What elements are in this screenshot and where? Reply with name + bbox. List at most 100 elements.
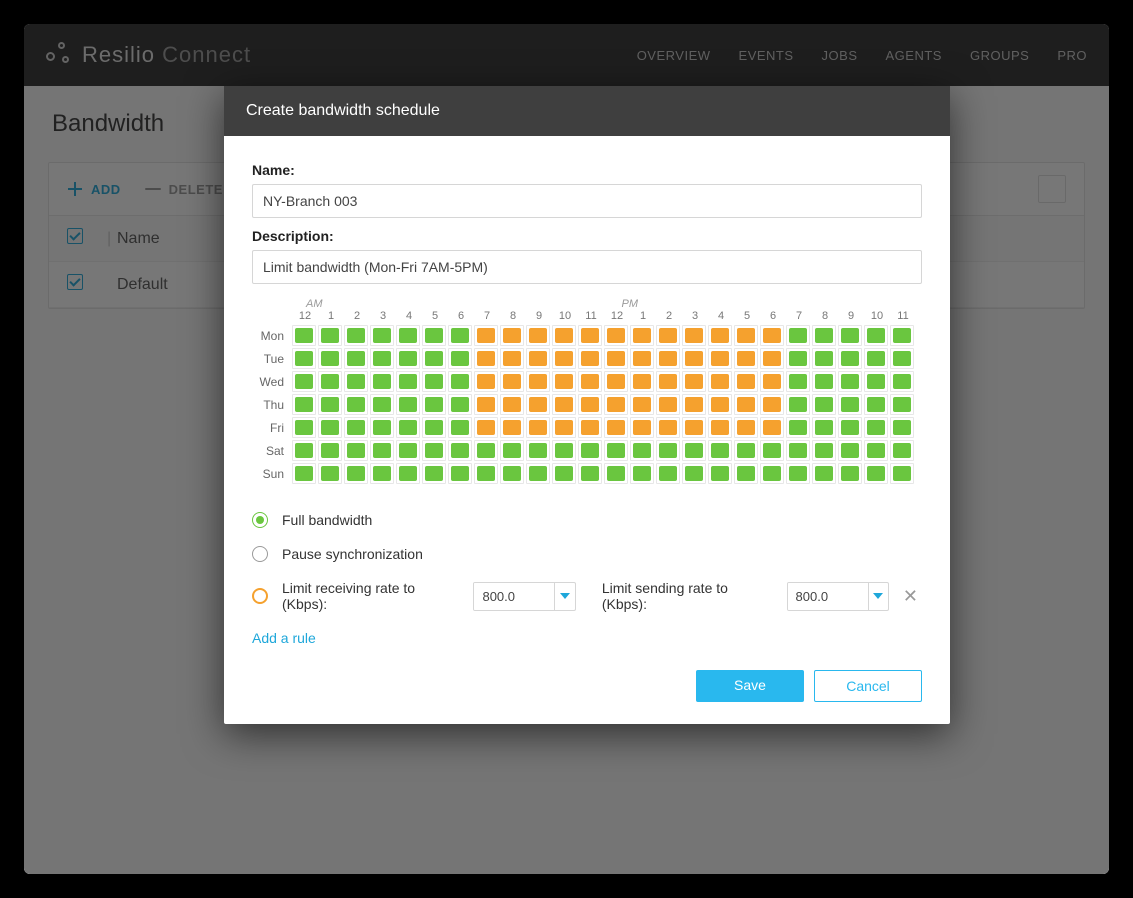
- schedule-slot[interactable]: [864, 463, 888, 484]
- schedule-slot[interactable]: [604, 463, 628, 484]
- schedule-slot[interactable]: [682, 348, 706, 369]
- schedule-slot[interactable]: [604, 325, 628, 346]
- schedule-slot[interactable]: [552, 325, 576, 346]
- schedule-slot[interactable]: [656, 348, 680, 369]
- schedule-slot[interactable]: [318, 417, 342, 438]
- schedule-slot[interactable]: [500, 394, 524, 415]
- schedule-slot[interactable]: [812, 348, 836, 369]
- schedule-slot[interactable]: [318, 463, 342, 484]
- schedule-slot[interactable]: [344, 348, 368, 369]
- schedule-slot[interactable]: [396, 440, 420, 461]
- schedule-slot[interactable]: [838, 394, 862, 415]
- schedule-slot[interactable]: [760, 417, 784, 438]
- schedule-slot[interactable]: [448, 463, 472, 484]
- schedule-slot[interactable]: [474, 348, 498, 369]
- schedule-slot[interactable]: [786, 325, 810, 346]
- schedule-slot[interactable]: [812, 371, 836, 392]
- schedule-slot[interactable]: [604, 348, 628, 369]
- schedule-slot[interactable]: [708, 394, 732, 415]
- schedule-slot[interactable]: [448, 348, 472, 369]
- schedule-slot[interactable]: [422, 394, 446, 415]
- schedule-slot[interactable]: [630, 417, 654, 438]
- schedule-slot[interactable]: [734, 417, 758, 438]
- schedule-slot[interactable]: [760, 394, 784, 415]
- limit-send-field[interactable]: [788, 583, 868, 610]
- schedule-slot[interactable]: [448, 440, 472, 461]
- schedule-slot[interactable]: [292, 348, 316, 369]
- schedule-slot[interactable]: [370, 325, 394, 346]
- schedule-slot[interactable]: [526, 371, 550, 392]
- schedule-slot[interactable]: [318, 371, 342, 392]
- schedule-slot[interactable]: [500, 417, 524, 438]
- schedule-slot[interactable]: [812, 394, 836, 415]
- schedule-slot[interactable]: [734, 371, 758, 392]
- limit-recv-field[interactable]: [474, 583, 554, 610]
- schedule-slot[interactable]: [838, 417, 862, 438]
- schedule-slot[interactable]: [682, 440, 706, 461]
- schedule-slot[interactable]: [682, 417, 706, 438]
- schedule-slot[interactable]: [318, 348, 342, 369]
- schedule-slot[interactable]: [344, 440, 368, 461]
- schedule-slot[interactable]: [864, 440, 888, 461]
- schedule-slot[interactable]: [422, 325, 446, 346]
- save-button[interactable]: Save: [696, 670, 804, 702]
- limit-send-dropdown[interactable]: [868, 583, 888, 610]
- schedule-slot[interactable]: [370, 394, 394, 415]
- schedule-slot[interactable]: [864, 394, 888, 415]
- schedule-slot[interactable]: [526, 417, 550, 438]
- schedule-slot[interactable]: [890, 394, 914, 415]
- limit-recv-dropdown[interactable]: [554, 583, 574, 610]
- schedule-slot[interactable]: [708, 440, 732, 461]
- radio-limit-icon[interactable]: [252, 588, 268, 604]
- schedule-slot[interactable]: [734, 463, 758, 484]
- schedule-slot[interactable]: [812, 417, 836, 438]
- schedule-slot[interactable]: [500, 325, 524, 346]
- schedule-slot[interactable]: [708, 348, 732, 369]
- schedule-slot[interactable]: [864, 348, 888, 369]
- schedule-slot[interactable]: [448, 417, 472, 438]
- schedule-slot[interactable]: [890, 417, 914, 438]
- schedule-slot[interactable]: [708, 325, 732, 346]
- schedule-slot[interactable]: [474, 417, 498, 438]
- schedule-slot[interactable]: [786, 440, 810, 461]
- rule-full-bandwidth[interactable]: Full bandwidth: [252, 512, 922, 528]
- schedule-slot[interactable]: [422, 417, 446, 438]
- schedule-slot[interactable]: [604, 394, 628, 415]
- schedule-slot[interactable]: [604, 417, 628, 438]
- schedule-slot[interactable]: [838, 463, 862, 484]
- schedule-slot[interactable]: [812, 440, 836, 461]
- schedule-slot[interactable]: [422, 371, 446, 392]
- schedule-slot[interactable]: [578, 348, 602, 369]
- schedule-slot[interactable]: [786, 417, 810, 438]
- schedule-slot[interactable]: [786, 371, 810, 392]
- schedule-slot[interactable]: [734, 348, 758, 369]
- schedule-slot[interactable]: [526, 394, 550, 415]
- schedule-slot[interactable]: [760, 371, 784, 392]
- schedule-slot[interactable]: [864, 371, 888, 392]
- schedule-slot[interactable]: [370, 463, 394, 484]
- schedule-slot[interactable]: [474, 325, 498, 346]
- schedule-slot[interactable]: [864, 325, 888, 346]
- schedule-slot[interactable]: [630, 325, 654, 346]
- schedule-slot[interactable]: [890, 371, 914, 392]
- schedule-slot[interactable]: [500, 371, 524, 392]
- schedule-slot[interactable]: [630, 440, 654, 461]
- schedule-slot[interactable]: [760, 440, 784, 461]
- description-input[interactable]: [252, 250, 922, 284]
- schedule-slot[interactable]: [396, 417, 420, 438]
- schedule-slot[interactable]: [578, 463, 602, 484]
- schedule-slot[interactable]: [890, 325, 914, 346]
- schedule-slot[interactable]: [526, 440, 550, 461]
- schedule-slot[interactable]: [838, 325, 862, 346]
- schedule-slot[interactable]: [318, 440, 342, 461]
- schedule-slot[interactable]: [760, 463, 784, 484]
- schedule-slot[interactable]: [786, 463, 810, 484]
- schedule-slot[interactable]: [526, 463, 550, 484]
- schedule-slot[interactable]: [292, 440, 316, 461]
- schedule-slot[interactable]: [786, 348, 810, 369]
- schedule-slot[interactable]: [812, 463, 836, 484]
- schedule-slot[interactable]: [396, 463, 420, 484]
- schedule-slot[interactable]: [682, 463, 706, 484]
- schedule-slot[interactable]: [890, 440, 914, 461]
- schedule-slot[interactable]: [578, 440, 602, 461]
